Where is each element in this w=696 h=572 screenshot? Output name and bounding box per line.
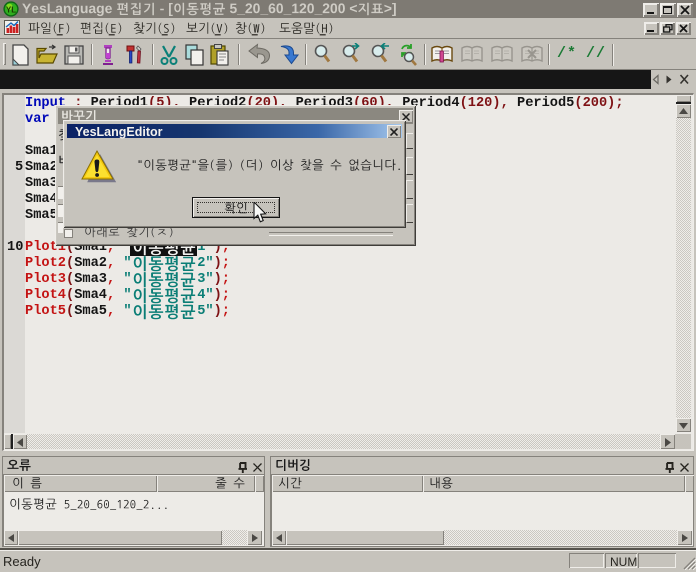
svg-text:YL: YL	[6, 6, 16, 15]
